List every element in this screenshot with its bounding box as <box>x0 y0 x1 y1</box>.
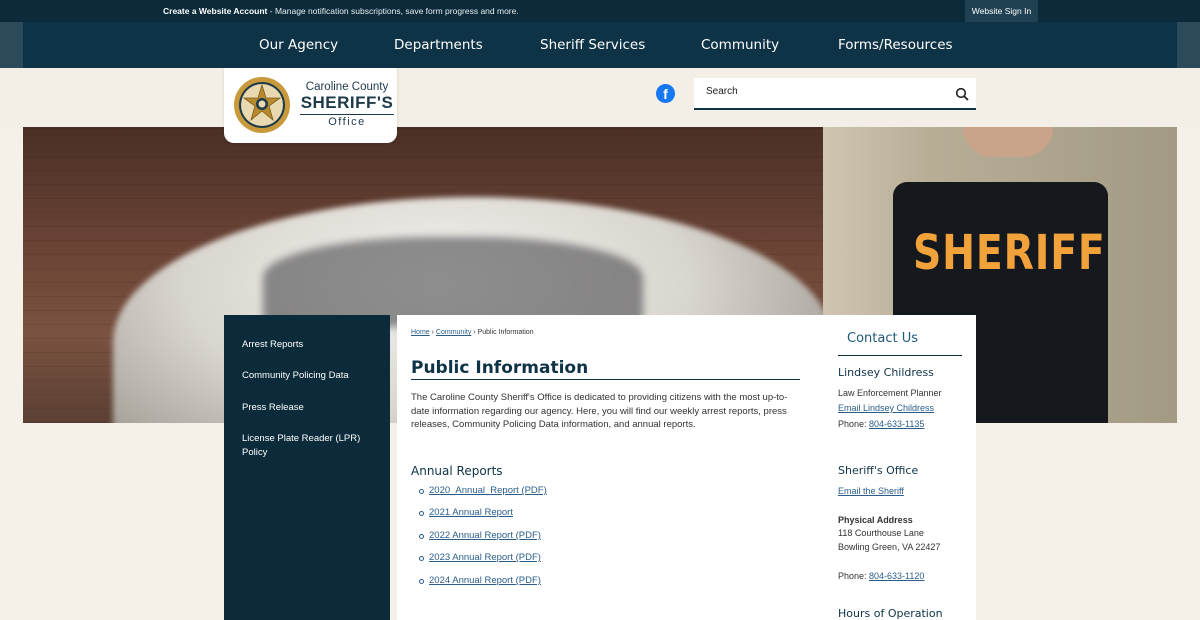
contact-person-name: Lindsey Childress <box>838 366 934 379</box>
breadcrumb: Home › Community › Public Information <box>411 329 534 336</box>
annual-report-link[interactable]: 2024 Annual Report (PDF) <box>419 575 541 586</box>
create-account-desc: - Manage notification subscriptions, sav… <box>267 6 519 16</box>
facebook-icon[interactable]: f <box>656 84 675 103</box>
breadcrumb-home[interactable]: Home <box>411 329 430 336</box>
contact-title: Contact Us <box>847 331 918 346</box>
office-email[interactable]: Email the Sheriff <box>838 486 904 496</box>
hours-heading: Hours of Operation <box>838 607 943 620</box>
hero-vest-text: SHERIFF <box>913 225 1106 281</box>
annual-report-link[interactable]: 2023 Annual Report (PDF) <box>419 552 541 563</box>
nav-sheriff-services[interactable]: Sheriff Services <box>540 22 645 68</box>
annual-report-link[interactable]: 2020_Annual_Report (PDF) <box>419 485 547 496</box>
logo-county: Caroline County <box>305 81 389 93</box>
intro-text: The Caroline County Sheriff's Office is … <box>411 392 788 430</box>
address-label: Physical Address <box>838 515 913 525</box>
contact-person-phone[interactable]: 804-633-1135 <box>869 419 924 429</box>
contact-person-email[interactable]: Email Lindsey Childress <box>838 403 934 413</box>
logo-sheriffs: SHERIFF'S <box>300 93 394 115</box>
header-strip <box>0 68 1200 127</box>
sign-in-button[interactable]: Website Sign In <box>965 0 1038 22</box>
address-line-2: Bowling Green, VA 22427 <box>838 542 941 552</box>
sidebar-item-lpr-policy[interactable]: License Plate Reader (LPR) Policy <box>242 432 382 460</box>
nav-community[interactable]: Community <box>701 22 779 68</box>
breadcrumb-community[interactable]: Community <box>436 329 471 336</box>
contact-panel: Contact Us Lindsey Childress Law Enforce… <box>820 315 976 620</box>
sidebar-nav: Arrest Reports Community Policing Data P… <box>224 315 390 620</box>
search-icon[interactable] <box>955 87 969 101</box>
site-logo[interactable]: Caroline County SHERIFF'S Office <box>224 68 397 143</box>
sidebar-item-arrest-reports[interactable]: Arrest Reports <box>242 338 382 352</box>
annual-report-link[interactable]: 2021 Annual Report <box>419 507 513 518</box>
nav-forms-resources[interactable]: Forms/Resources <box>838 22 953 68</box>
main-nav: Our Agency Departments Sheriff Services … <box>23 22 1177 68</box>
search-input[interactable] <box>706 86 946 97</box>
sidebar-item-press-release[interactable]: Press Release <box>242 401 382 415</box>
create-account-message: Create a Website Account - Manage notifi… <box>163 6 519 16</box>
contact-divider <box>838 355 962 356</box>
annual-report-link[interactable]: 2022 Annual Report (PDF) <box>419 530 541 541</box>
search-box <box>694 78 976 110</box>
logo-office: Office <box>328 116 366 128</box>
create-account-link[interactable]: Create a Website Account <box>163 6 267 16</box>
annual-reports-heading: Annual Reports <box>411 464 503 478</box>
sheriff-badge-icon <box>234 77 290 133</box>
address-line-1: 118 Courthouse Lane <box>838 528 924 538</box>
nav-our-agency[interactable]: Our Agency <box>259 22 338 68</box>
nav-wrapper: Our Agency Departments Sheriff Services … <box>0 22 1200 68</box>
sidebar-item-community-policing-data[interactable]: Community Policing Data <box>242 369 382 383</box>
phone-label: Phone: <box>838 571 870 581</box>
office-heading: Sheriff's Office <box>838 464 919 477</box>
phone-label: Phone: <box>838 419 870 429</box>
page-title: Public Information <box>411 358 800 380</box>
nav-departments[interactable]: Departments <box>394 22 483 68</box>
hero-car-window <box>263 237 643 327</box>
main-content: Home › Community › Public Information Pu… <box>397 315 820 620</box>
utility-bar: Create a Website Account - Manage notifi… <box>0 0 1200 22</box>
office-phone[interactable]: 804-633-1120 <box>869 571 924 581</box>
contact-person-title: Law Enforcement Planner <box>838 388 942 398</box>
breadcrumb-current: Public Information <box>477 329 534 336</box>
